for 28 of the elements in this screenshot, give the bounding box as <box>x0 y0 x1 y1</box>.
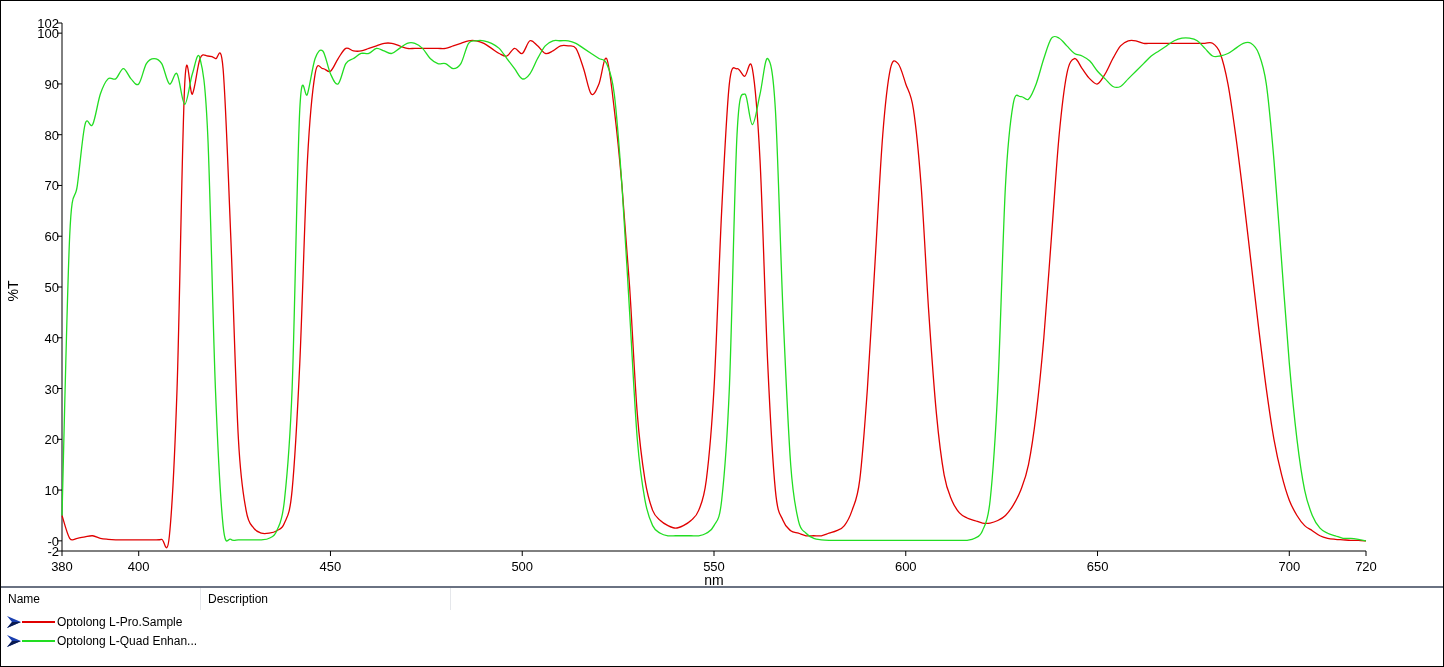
column-header[interactable]: Name <box>1 588 201 610</box>
y-tick-label: 30 <box>44 381 59 397</box>
y-tick-label: -2 <box>47 544 59 559</box>
y-tick-label: 50 <box>44 280 59 295</box>
y-tick-label: 40 <box>44 330 59 346</box>
y-tick-label: 10 <box>44 483 59 499</box>
x-tick-label: 600 <box>894 559 917 574</box>
pointer-arrow-icon <box>6 634 22 647</box>
x-tick-label: 500 <box>511 559 534 574</box>
y-tick-label: 20 <box>44 432 59 448</box>
x-tick-label: 550 <box>703 559 725 574</box>
y-tick-label: 80 <box>44 127 59 143</box>
series-name[interactable]: Optolong L-Quad Enhan... <box>57 631 198 650</box>
x-tick-label: 700 <box>1278 559 1301 574</box>
x-tick-label: 650 <box>1086 559 1109 574</box>
column-header[interactable]: Description <box>201 588 451 610</box>
y-tick-label: 60 <box>44 229 59 245</box>
y-tick-label: 102 <box>37 16 59 31</box>
y-tick-label: 90 <box>44 76 59 92</box>
x-tick-label: 720 <box>1355 559 1377 574</box>
series-name[interactable]: Optolong L-Pro.Sample <box>57 612 183 631</box>
y-axis-title: %T <box>5 280 21 302</box>
x-tick-label: 380 <box>51 559 73 574</box>
x-axis-title: nm <box>704 572 724 586</box>
pointer-arrow-icon <box>6 615 22 628</box>
x-tick-label: 450 <box>319 559 342 574</box>
y-tick-label: 70 <box>44 178 59 194</box>
x-tick-label: 400 <box>127 559 150 574</box>
